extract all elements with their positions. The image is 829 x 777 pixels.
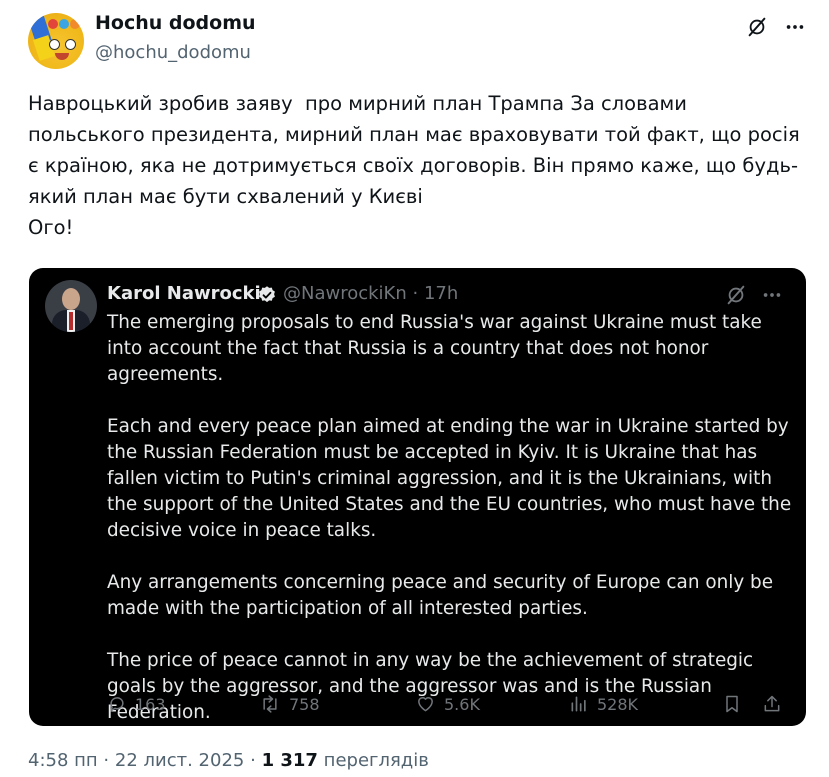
- more-icon[interactable]: [782, 14, 808, 40]
- author-avatar[interactable]: [28, 13, 84, 69]
- repost-button[interactable]: 758: [259, 692, 320, 716]
- post-date[interactable]: 22 лист. 2025: [115, 750, 244, 771]
- meta-separator: ·: [250, 750, 256, 771]
- quoted-author-avatar[interactable]: [45, 280, 97, 332]
- views-total: 1 317: [261, 750, 318, 771]
- views-icon: [569, 694, 589, 714]
- grok-icon[interactable]: [744, 14, 770, 40]
- quoted-handle-text[interactable]: @NawrockiKn: [283, 283, 407, 304]
- quoted-paragraph: Each and every peace plan aimed at endin…: [107, 416, 792, 541]
- reply-button[interactable]: 163: [107, 692, 166, 716]
- share-icon: [762, 694, 782, 714]
- meta-separator: ·: [103, 750, 110, 771]
- author-name[interactable]: Hochu dodomu: [95, 12, 256, 34]
- quoted-post-age[interactable]: · 17h: [413, 283, 459, 304]
- more-icon[interactable]: [759, 282, 785, 308]
- quoted-post-card[interactable]: Karol Nawrocki @NawrockiKn · 17h The eme…: [29, 268, 806, 726]
- verified-badge-icon: [257, 285, 277, 305]
- post-text: Навроцький зробив заяву про мирний план …: [28, 92, 800, 239]
- like-icon: [415, 694, 436, 714]
- views-label: переглядів: [323, 750, 429, 771]
- quoted-author-name[interactable]: Karol Nawrocki: [107, 283, 261, 304]
- quoted-author-handle[interactable]: @NawrockiKn · 17h: [283, 283, 458, 304]
- like-count: 5.6K: [444, 694, 480, 714]
- like-button[interactable]: 5.6K: [415, 692, 480, 716]
- post-meta: 4:58 пп · 22 лист. 2025 · 1 317 перегляд…: [28, 750, 429, 771]
- bookmark-button[interactable]: [723, 692, 741, 716]
- repost-icon: [259, 694, 281, 714]
- quoted-paragraph: Any arrangements concerning peace and se…: [107, 572, 774, 619]
- quoted-post-text: The emerging proposals to end Russia's w…: [107, 310, 797, 726]
- reply-icon: [107, 694, 127, 714]
- post-time[interactable]: 4:58 пп: [28, 750, 98, 771]
- views-count: 528K: [597, 694, 639, 714]
- reply-count: 163: [135, 694, 166, 714]
- repost-count: 758: [289, 694, 320, 714]
- share-button[interactable]: [762, 692, 782, 716]
- grok-icon[interactable]: [723, 282, 749, 308]
- bookmark-icon: [723, 694, 741, 714]
- author-handle[interactable]: @hochu_dodomu: [95, 42, 251, 63]
- quoted-paragraph: The emerging proposals to end Russia's w…: [107, 312, 762, 385]
- views-button[interactable]: 528K: [569, 692, 638, 716]
